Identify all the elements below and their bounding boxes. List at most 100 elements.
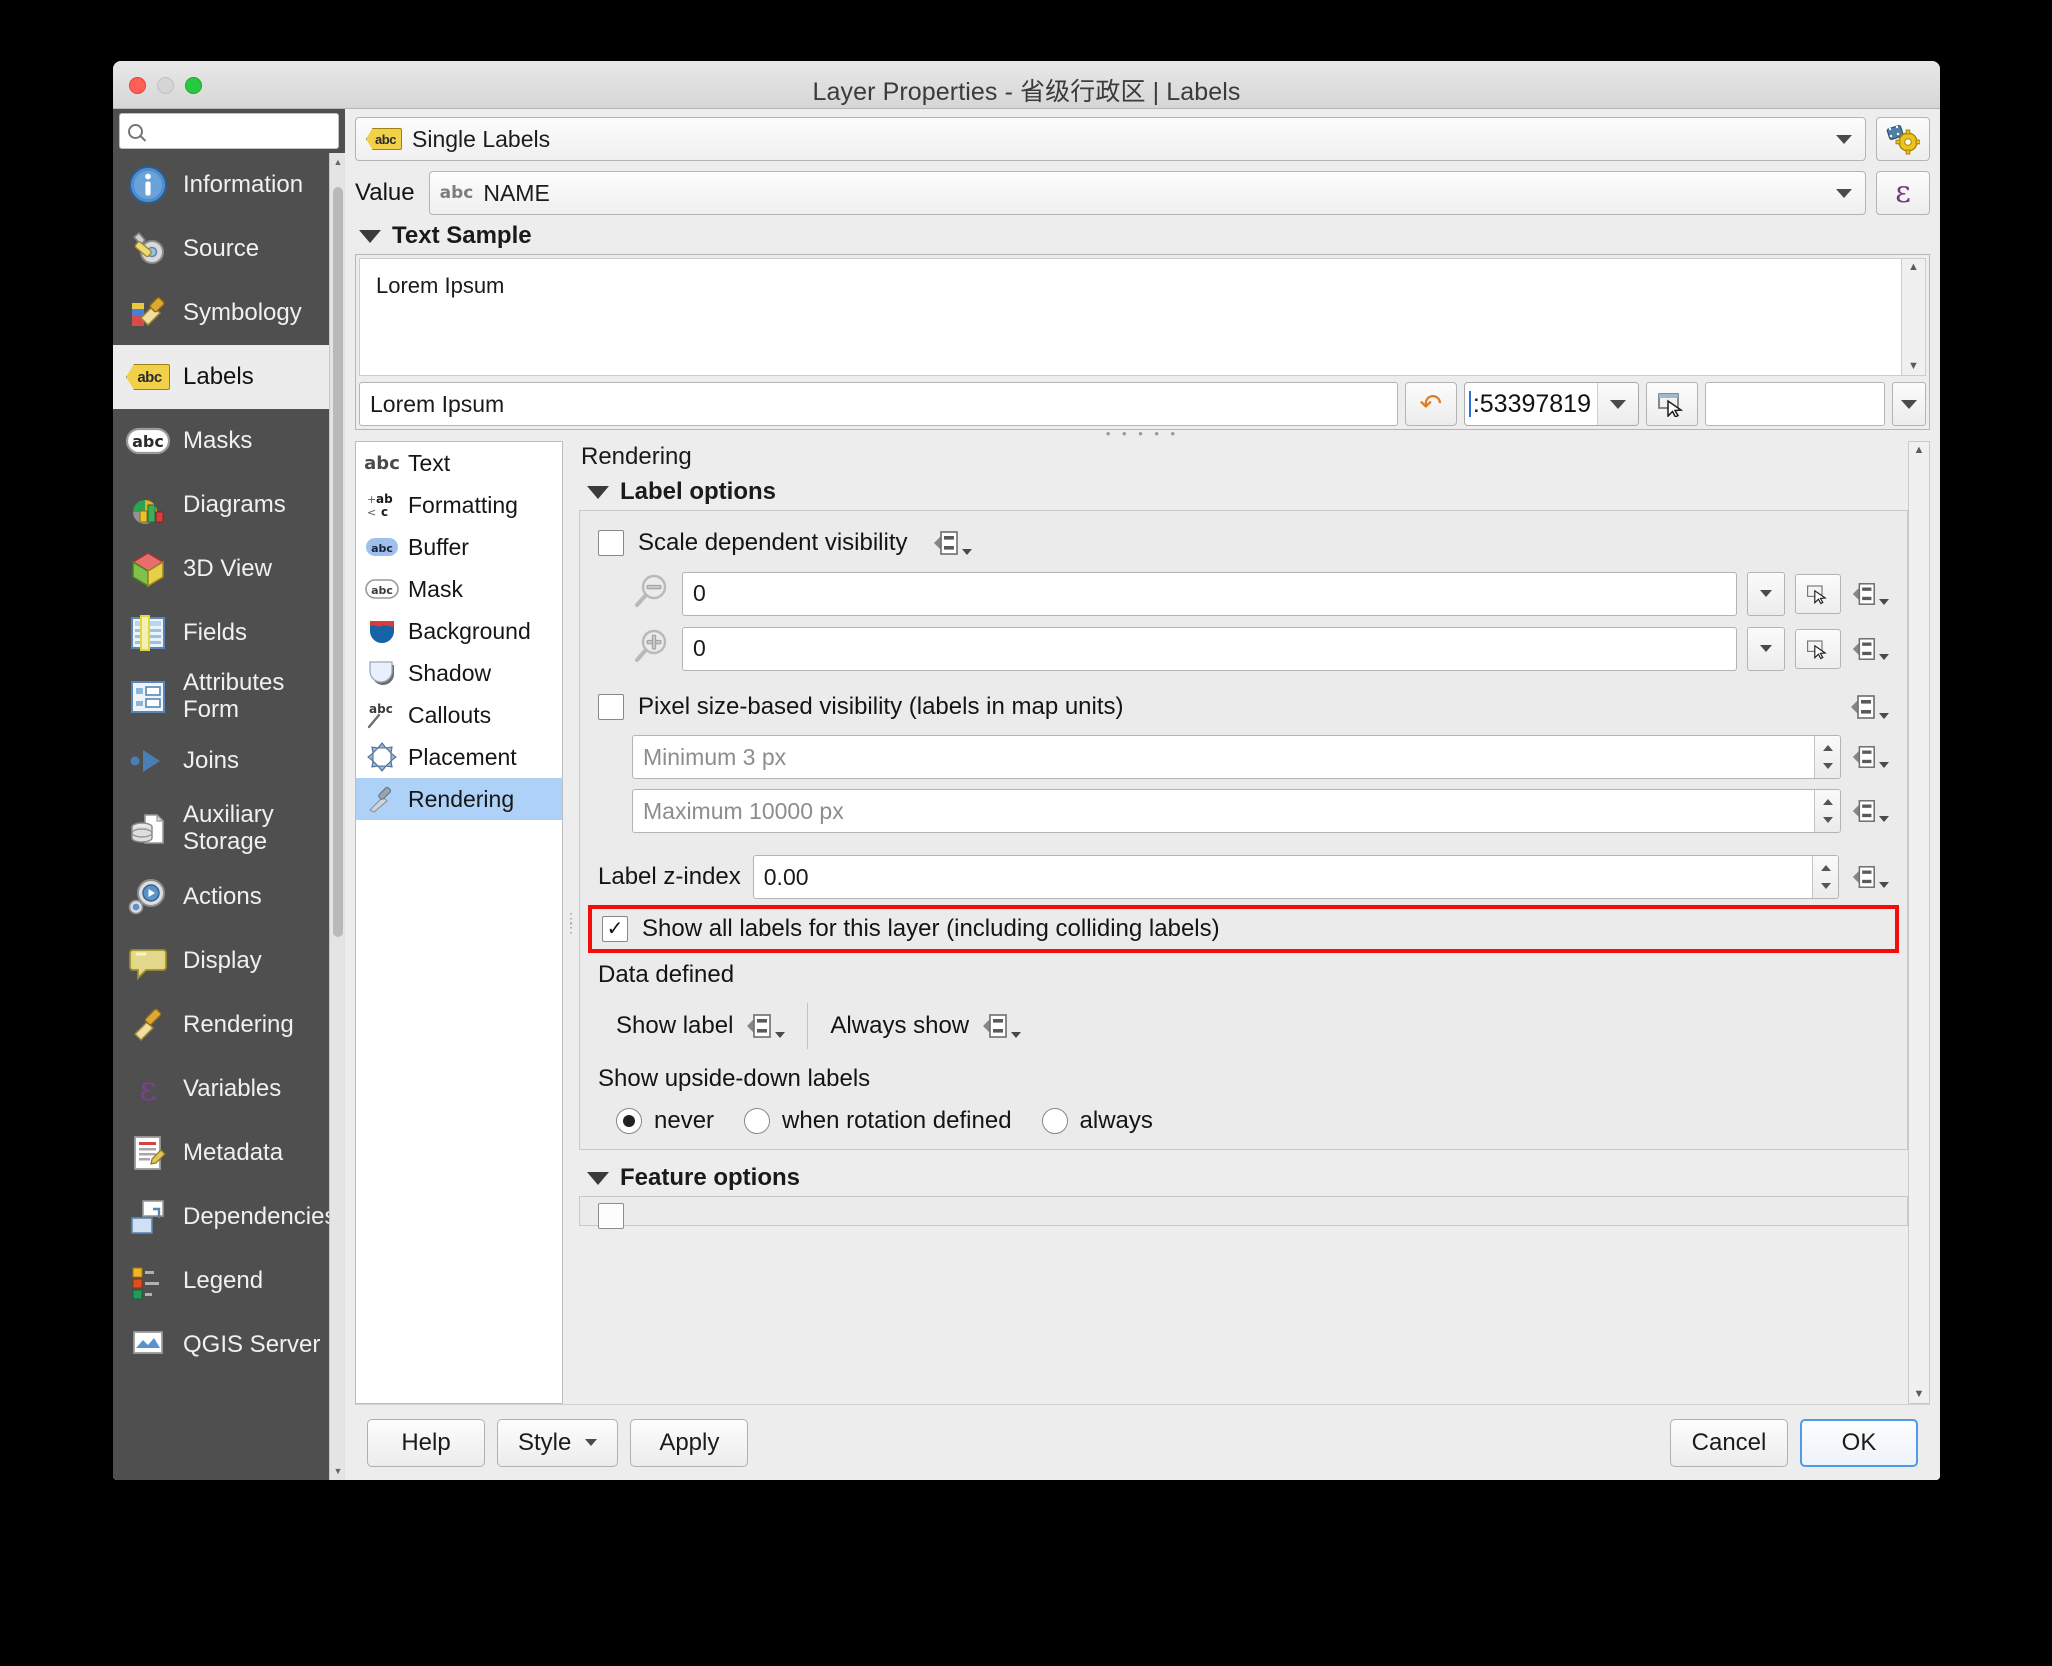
chevron-down-icon[interactable] <box>1879 882 1889 888</box>
value-field-combo[interactable]: abc NAME <box>429 171 1866 215</box>
scroll-up-icon[interactable]: ▲ <box>1908 262 1919 273</box>
chevron-down-icon[interactable] <box>1892 382 1926 426</box>
chevron-down-icon[interactable] <box>1879 762 1889 768</box>
sidebar-item-fields[interactable]: Fields <box>113 601 345 665</box>
search-box[interactable] <box>119 113 339 149</box>
pixel-min-input[interactable]: Minimum 3 px <box>632 735 1841 779</box>
second-sample-field[interactable] <box>1705 382 1885 426</box>
scale-combo[interactable]: :53397819 <box>1464 382 1639 426</box>
sidebar-item-dependencies[interactable]: Dependencies <box>113 1185 345 1249</box>
scroll-down-icon[interactable]: ▼ <box>330 1462 346 1480</box>
spinner-down-icon[interactable] <box>1823 763 1833 769</box>
sidebar-scrollbar-thumb[interactable] <box>333 187 343 937</box>
show-label-data-defined-button[interactable] <box>745 1010 785 1042</box>
chevron-down-icon[interactable] <box>1879 599 1889 605</box>
scroll-up-icon[interactable]: ▲ <box>1914 445 1925 456</box>
chevron-down-icon[interactable] <box>1879 654 1889 660</box>
text-sample-header[interactable]: Text Sample <box>359 222 1930 250</box>
scroll-down-icon[interactable]: ▼ <box>1908 361 1919 372</box>
sidebar-item-variables[interactable]: ε Variables <box>113 1057 345 1121</box>
sidebar-item-source[interactable]: Source <box>113 217 345 281</box>
always-show-data-defined-button[interactable] <box>981 1010 1021 1042</box>
chevron-down-icon[interactable] <box>1747 627 1785 671</box>
chevron-down-icon[interactable] <box>1827 172 1861 214</box>
pixel-size-data-defined-button[interactable] <box>1849 691 1889 723</box>
chevron-down-icon[interactable] <box>1598 383 1638 425</box>
scale-max-input[interactable]: 0 <box>682 627 1737 671</box>
sidebar-item-joins[interactable]: Joins <box>113 729 345 793</box>
labeling-settings-icon[interactable] <box>1876 117 1930 161</box>
tab-callouts[interactable]: abc Callouts <box>356 694 562 736</box>
chevron-down-icon[interactable] <box>775 1032 785 1038</box>
pixel-max-input[interactable]: Maximum 10000 px <box>632 789 1841 833</box>
cancel-button[interactable]: Cancel <box>1670 1419 1788 1467</box>
sidebar-item-diagrams[interactable]: Diagrams <box>113 473 345 537</box>
sidebar-scrollbar[interactable]: ▲ ▼ <box>329 153 345 1480</box>
chevron-down-icon[interactable] <box>585 1439 597 1446</box>
spinner-up-icon[interactable] <box>1821 865 1831 871</box>
pixel-min-data-defined-button[interactable] <box>1851 742 1889 772</box>
text-sample-scrollbar[interactable]: ▲ ▼ <box>1901 259 1925 375</box>
collapse-triangle-icon[interactable] <box>587 1172 609 1185</box>
scale-max-data-defined-button[interactable] <box>1851 634 1889 664</box>
tab-text[interactable]: abc Text <box>356 442 562 484</box>
collapse-triangle-icon[interactable] <box>587 486 609 499</box>
upside-down-radio-when-rotation-defined[interactable] <box>744 1108 770 1134</box>
pixel-min-spinner[interactable] <box>1814 736 1840 778</box>
chevron-down-icon[interactable] <box>1011 1032 1021 1038</box>
spinner-down-icon[interactable] <box>1823 817 1833 823</box>
sidebar-item-symbology[interactable]: Symbology <box>113 281 345 345</box>
tab-shadow[interactable]: Shadow <box>356 652 562 694</box>
feature-options-checkbox[interactable] <box>598 1203 624 1229</box>
tab-formatting[interactable]: + ab < c Formatting <box>356 484 562 526</box>
pixel-size-visibility-checkbox[interactable] <box>598 694 624 720</box>
label-options-header[interactable]: Label options <box>587 478 1908 506</box>
chevron-down-icon[interactable] <box>962 549 972 555</box>
spinner-up-icon[interactable] <box>1823 745 1833 751</box>
pixel-max-data-defined-button[interactable] <box>1851 796 1889 826</box>
spinner-up-icon[interactable] <box>1823 799 1833 805</box>
sidebar-item-attributes-form[interactable]: Attributes Form <box>113 665 345 729</box>
spinner-down-icon[interactable] <box>1821 883 1831 889</box>
show-all-labels-checkbox[interactable]: ✓ <box>602 916 628 942</box>
text-sample-input[interactable]: Lorem Ipsum <box>359 382 1398 426</box>
sidebar-item-metadata[interactable]: Metadata <box>113 1121 345 1185</box>
tab-mask[interactable]: abc Mask <box>356 568 562 610</box>
sidebar-item-legend[interactable]: Legend <box>113 1249 345 1313</box>
scroll-down-icon[interactable]: ▼ <box>1914 1389 1925 1400</box>
chevron-down-icon[interactable] <box>1747 572 1785 616</box>
scale-min-input[interactable]: 0 <box>682 572 1737 616</box>
sidebar-item-rendering[interactable]: Rendering <box>113 993 345 1057</box>
sidebar-item-labels[interactable]: abc Labels <box>113 345 345 409</box>
epsilon-expression-icon[interactable]: ε <box>1876 171 1930 215</box>
panel-resize-grip[interactable]: • • • • • <box>355 430 1930 437</box>
rendering-panel-scrollbar[interactable]: ▲ ▼ <box>1908 441 1930 1404</box>
sidebar-item-information[interactable]: Information <box>113 153 345 217</box>
sidebar-item-masks[interactable]: abc Masks <box>113 409 345 473</box>
chevron-down-icon[interactable] <box>1827 118 1861 160</box>
help-button[interactable]: Help <box>367 1419 485 1467</box>
scale-min-data-defined-button[interactable] <box>1851 579 1889 609</box>
tab-panel-splitter[interactable]: ⋮⋮ <box>563 441 579 1404</box>
label-z-index-spinner[interactable] <box>1812 856 1838 898</box>
sidebar-item-auxiliary-storage[interactable]: Auxiliary Storage <box>113 793 345 865</box>
collapse-triangle-icon[interactable] <box>359 230 381 243</box>
upside-down-radio-never[interactable] <box>616 1108 642 1134</box>
apply-button[interactable]: Apply <box>630 1419 748 1467</box>
search-input[interactable] <box>149 120 374 142</box>
ok-button[interactable]: OK <box>1800 1419 1918 1467</box>
feature-options-header[interactable]: Feature options <box>587 1164 1908 1192</box>
upside-down-radio-always[interactable] <box>1042 1108 1068 1134</box>
set-to-current-canvas-icon[interactable] <box>1646 382 1698 426</box>
labeling-mode-combo[interactable]: abc Single Labels <box>355 117 1866 161</box>
tab-buffer[interactable]: abc Buffer <box>356 526 562 568</box>
show-all-labels-row[interactable]: ✓ Show all labels for this layer (includ… <box>602 915 1885 943</box>
tab-background[interactable]: Background <box>356 610 562 652</box>
sidebar-item-qgis-server[interactable]: QGIS Server <box>113 1313 345 1377</box>
scale-dependent-visibility-checkbox[interactable] <box>598 530 624 556</box>
scale-visibility-data-defined-button[interactable] <box>932 527 972 559</box>
sidebar-item-actions[interactable]: Actions <box>113 865 345 929</box>
tab-placement[interactable]: Placement <box>356 736 562 778</box>
sidebar-item-3d-view[interactable]: 3D View <box>113 537 345 601</box>
label-z-index-input[interactable]: 0.00 <box>753 855 1839 899</box>
